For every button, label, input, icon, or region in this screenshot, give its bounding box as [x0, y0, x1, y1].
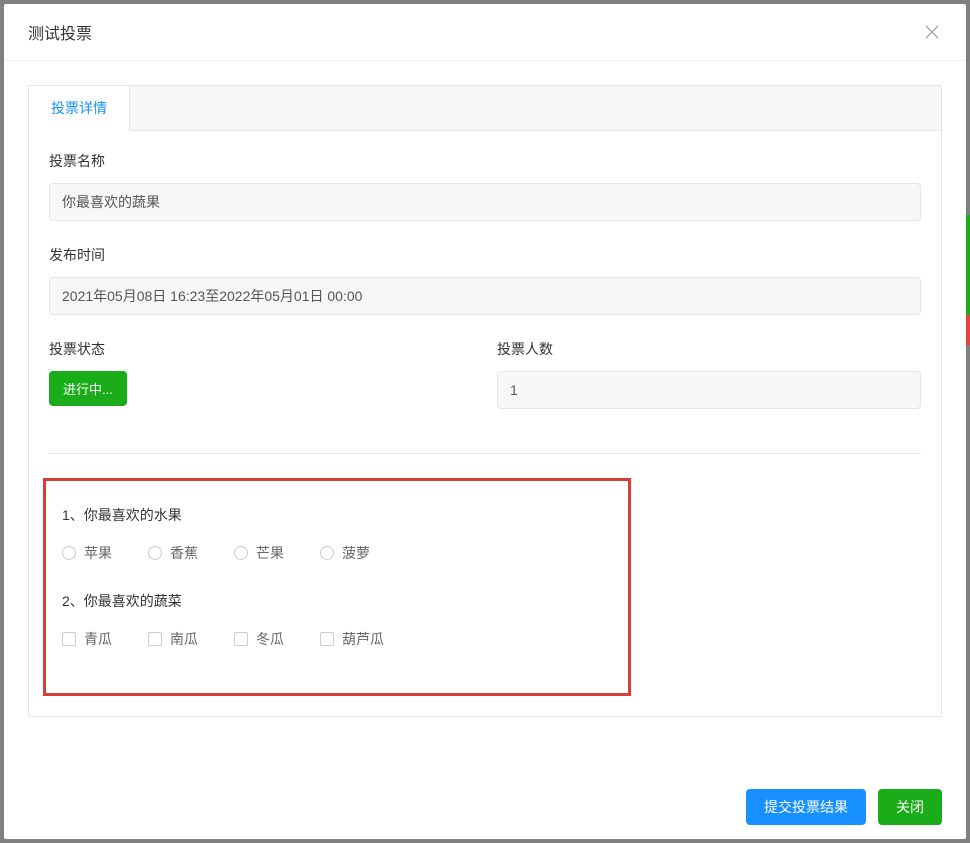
option-label: 芒果: [256, 543, 284, 563]
q2-option-wintermelon[interactable]: 冬瓜: [234, 629, 284, 649]
radio-icon: [62, 546, 76, 560]
option-label: 冬瓜: [256, 629, 284, 649]
question-1: 1、你最喜欢的水果 苹果 香蕉: [62, 505, 612, 563]
tab-vote-details[interactable]: 投票详情: [29, 86, 130, 131]
q1-option-mango[interactable]: 芒果: [234, 543, 284, 563]
field-vote-name: 投票名称: [49, 151, 921, 221]
tabs-bar: 投票详情: [29, 86, 941, 131]
radio-icon: [320, 546, 334, 560]
radio-icon: [234, 546, 248, 560]
close-button[interactable]: 关闭: [878, 789, 942, 825]
submit-button[interactable]: 提交投票结果: [746, 789, 866, 825]
option-label: 葫芦瓜: [342, 629, 384, 649]
q1-option-banana[interactable]: 香蕉: [148, 543, 198, 563]
vote-status-label: 投票状态: [49, 339, 473, 359]
publish-time-input: [49, 277, 921, 315]
checkbox-icon: [62, 632, 76, 646]
field-publish-time: 发布时间: [49, 245, 921, 315]
option-label: 菠萝: [342, 543, 370, 563]
checkbox-icon: [148, 632, 162, 646]
modal-title: 测试投票: [28, 20, 92, 44]
publish-time-label: 发布时间: [49, 245, 921, 265]
modal-body: 投票详情 投票名称 发布时间 投票状态 进行中...: [4, 61, 966, 775]
content-panel: 投票详情 投票名称 发布时间 投票状态 进行中...: [28, 85, 942, 717]
modal-footer: 提交投票结果 关闭: [4, 775, 966, 839]
question-1-title: 1、你最喜欢的水果: [62, 505, 612, 525]
radio-icon: [148, 546, 162, 560]
vote-name-label: 投票名称: [49, 151, 921, 171]
vote-count-input: [497, 371, 921, 409]
q1-option-apple[interactable]: 苹果: [62, 543, 112, 563]
field-vote-status: 投票状态 进行中...: [49, 339, 473, 409]
vote-name-input: [49, 183, 921, 221]
field-vote-count: 投票人数: [497, 339, 921, 409]
checkbox-icon: [320, 632, 334, 646]
q2-option-gourd[interactable]: 葫芦瓜: [320, 629, 384, 649]
option-label: 青瓜: [84, 629, 112, 649]
modal-dialog: 测试投票 投票详情 投票名称 发布时间: [4, 4, 966, 839]
divider: [49, 453, 921, 454]
vote-count-label: 投票人数: [497, 339, 921, 359]
questions-highlight-box: 1、你最喜欢的水果 苹果 香蕉: [43, 478, 631, 696]
option-label: 苹果: [84, 543, 112, 563]
option-label: 南瓜: [170, 629, 198, 649]
modal-header: 测试投票: [4, 4, 966, 61]
question-2: 2、你最喜欢的蔬菜 青瓜 南瓜: [62, 591, 612, 649]
checkbox-icon: [234, 632, 248, 646]
question-1-options: 苹果 香蕉 芒果: [62, 543, 612, 563]
q1-option-pineapple[interactable]: 菠萝: [320, 543, 370, 563]
q2-option-pumpkin[interactable]: 南瓜: [148, 629, 198, 649]
question-2-options: 青瓜 南瓜 冬瓜: [62, 629, 612, 649]
question-2-title: 2、你最喜欢的蔬菜: [62, 591, 612, 611]
option-label: 香蕉: [170, 543, 198, 563]
close-icon[interactable]: [922, 22, 942, 42]
q2-option-cucumber[interactable]: 青瓜: [62, 629, 112, 649]
status-badge: 进行中...: [49, 371, 127, 406]
